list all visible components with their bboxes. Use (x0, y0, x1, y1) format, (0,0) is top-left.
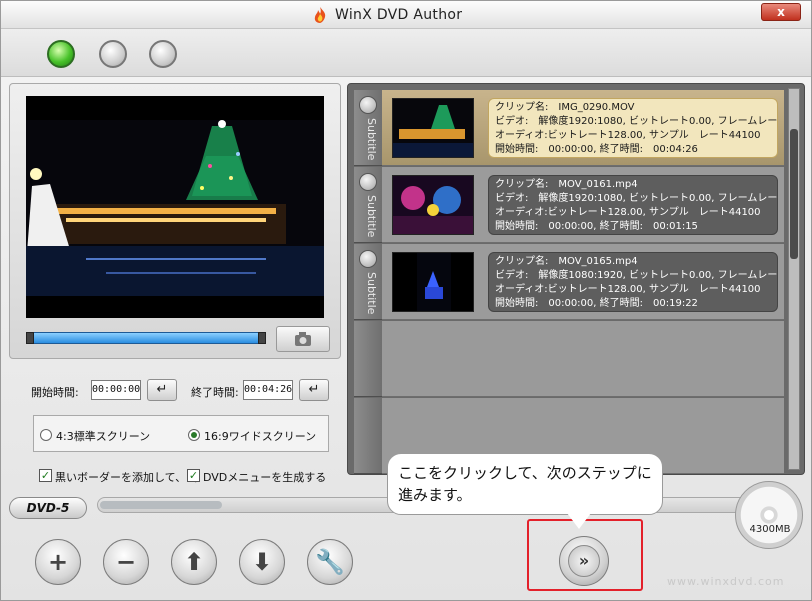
clip-video-info: ビデオ: 解像度1080:1920, ビットレート0.00, フレームレート (495, 270, 778, 281)
subtitle-tab-empty (354, 398, 382, 474)
window-title: WinX DVD Author (335, 7, 463, 23)
subtitle-toggle-icon[interactable] (359, 250, 377, 268)
disc-icon: 4300MB (735, 481, 803, 549)
subtitle-tab[interactable]: Subtitle (354, 244, 382, 320)
subtitle-toggle-icon[interactable] (359, 173, 377, 191)
timeline-scrubber[interactable] (26, 332, 266, 344)
snapshot-button[interactable] (276, 326, 330, 352)
clip-info-card: クリップ名: IMG_0290.MOV ビデオ: 解像度1920:1080, ビ… (488, 98, 778, 158)
clip-video-info: ビデオ: 解像度1920:1080, ビットレート0.00, フレームレート (495, 116, 778, 127)
clip-name: クリップ名: MOV_0161.mp4 (495, 179, 638, 190)
start-time-input[interactable]: 00:00:00 (91, 380, 141, 400)
aspect-ratio-group: 4:3標準スクリーン 16:9ワイドスクリーン (33, 415, 329, 452)
clip-list-panel: Subtitle Subtitle Subtitle クリップ名: IMG_02… (347, 83, 805, 475)
move-up-button[interactable]: ⬆ (171, 539, 217, 585)
clip-video-info: ビデオ: 解像度1920:1080, ビットレート0.00, フレームレート (495, 193, 778, 204)
scrubber-start-handle[interactable] (26, 332, 34, 344)
double-chevron-right-icon: » (568, 545, 600, 577)
step-indicator-2[interactable] (99, 40, 127, 68)
preview-panel (9, 83, 341, 359)
minus-icon: − (115, 548, 137, 576)
website-watermark: www.winxdvd.com (667, 575, 785, 588)
flame-icon (314, 7, 326, 23)
clip-name: クリップ名: IMG_0290.MOV (495, 102, 635, 113)
dvd-type-badge[interactable]: DVD-5 (9, 497, 87, 519)
clip-time-info: 開始時間: 00:00:00, 終了時間: 00:01:15 (495, 221, 698, 232)
clip-audio-info: オーディオ:ビットレート128.00, サンプル レート44100 (495, 284, 761, 295)
disc-capacity-fill (100, 501, 222, 509)
dvd-menu-checkbox[interactable]: ✓ (187, 469, 200, 482)
enter-icon: ↵ (156, 382, 168, 397)
end-time-input[interactable]: 00:04:26 (243, 380, 293, 400)
clip-thumbnail (392, 175, 474, 235)
disc-capacity-label: 4300MB (749, 524, 791, 535)
scrubber-end-handle[interactable] (258, 332, 266, 344)
end-time-label: 終了時間: (191, 386, 239, 399)
move-down-button[interactable]: ⬇ (239, 539, 285, 585)
clip-audio-info: オーディオ:ビットレート128.00, サンプル レート44100 (495, 207, 761, 218)
clip-info-card: クリップ名: MOV_0161.mp4 ビデオ: 解像度1920:1080, ビ… (488, 175, 778, 235)
preview-image (26, 96, 324, 318)
step-indicator-strip (1, 29, 811, 77)
set-start-time-button[interactable]: ↵ (147, 379, 177, 401)
clip-row[interactable]: クリップ名: MOV_0165.mp4 ビデオ: 解像度1080:1920, ビ… (382, 244, 784, 320)
time-range-row: 開始時間: 00:00:00 ↵ 終了時間: 00:04:26 ↵ (29, 379, 333, 403)
start-time-label: 開始時間: (31, 386, 79, 399)
aspect-43-radio[interactable] (40, 429, 52, 441)
clip-thumbnail (392, 98, 474, 158)
instruction-callout: ここをクリックして、次のステップに進みます。 (387, 453, 663, 515)
dvd-menu-label[interactable]: DVDメニューを生成する (203, 469, 326, 485)
next-step-button[interactable]: » (559, 536, 609, 586)
scrollbar-thumb[interactable] (790, 129, 798, 259)
step-indicator-1[interactable] (47, 40, 75, 68)
subtitle-tab-label: Subtitle (365, 118, 378, 161)
add-clip-button[interactable]: + (35, 539, 81, 585)
enter-icon: ↵ (308, 382, 320, 397)
set-end-time-button[interactable]: ↵ (299, 379, 329, 401)
clip-audio-info: オーディオ:ビットレート128.00, サンプル レート44100 (495, 130, 761, 141)
black-border-label[interactable]: 黒いボーダーを添加して、画 (55, 469, 197, 485)
remove-clip-button[interactable]: − (103, 539, 149, 585)
callout-pointer (567, 513, 591, 529)
clip-time-info: 開始時間: 00:00:00, 終了時間: 00:19:22 (495, 298, 698, 309)
black-border-option: ✓ 黒いボーダーを添加して、画 (39, 469, 197, 485)
arrow-up-icon: ⬆ (183, 548, 205, 576)
app-window: WinX DVD Author x 開始時間: 00:00:00 ↵ 終了時間:… (0, 0, 812, 601)
subtitle-tab[interactable]: Subtitle (354, 167, 382, 243)
subtitle-toggle-icon[interactable] (359, 96, 377, 114)
aspect-43-label[interactable]: 4:3標準スクリーン (56, 428, 150, 444)
empty-clip-slot (382, 321, 784, 397)
arrow-down-icon: ⬇ (251, 548, 273, 576)
close-button[interactable]: x (761, 3, 801, 21)
step-indicator-3[interactable] (149, 40, 177, 68)
clip-info-card: クリップ名: MOV_0165.mp4 ビデオ: 解像度1080:1920, ビ… (488, 252, 778, 312)
camera-icon (295, 332, 311, 346)
clip-list-scrollbar[interactable] (788, 88, 800, 470)
clip-name: クリップ名: MOV_0165.mp4 (495, 256, 638, 267)
aspect-169-radio[interactable] (188, 429, 200, 441)
plus-icon: + (47, 548, 69, 576)
clip-row[interactable]: クリップ名: IMG_0290.MOV ビデオ: 解像度1920:1080, ビ… (382, 90, 784, 166)
aspect-169-label[interactable]: 16:9ワイドスクリーン (204, 428, 316, 444)
clip-row[interactable]: クリップ名: MOV_0161.mp4 ビデオ: 解像度1920:1080, ビ… (382, 167, 784, 243)
subtitle-tab-label: Subtitle (365, 195, 378, 238)
dvd-menu-option: ✓ DVDメニューを生成する (187, 469, 327, 485)
subtitle-tab-empty (354, 321, 382, 397)
black-border-checkbox[interactable]: ✓ (39, 469, 52, 482)
wrench-icon: 🔧 (315, 548, 345, 576)
clip-time-info: 開始時間: 00:00:00, 終了時間: 00:04:26 (495, 144, 698, 155)
title-bar: WinX DVD Author x (1, 1, 811, 29)
settings-button[interactable]: 🔧 (307, 539, 353, 585)
subtitle-tab-label: Subtitle (365, 272, 378, 315)
subtitle-tab[interactable]: Subtitle (354, 90, 382, 166)
title-group: WinX DVD Author (311, 5, 462, 25)
video-preview (26, 96, 324, 318)
clip-thumbnail (392, 252, 474, 312)
